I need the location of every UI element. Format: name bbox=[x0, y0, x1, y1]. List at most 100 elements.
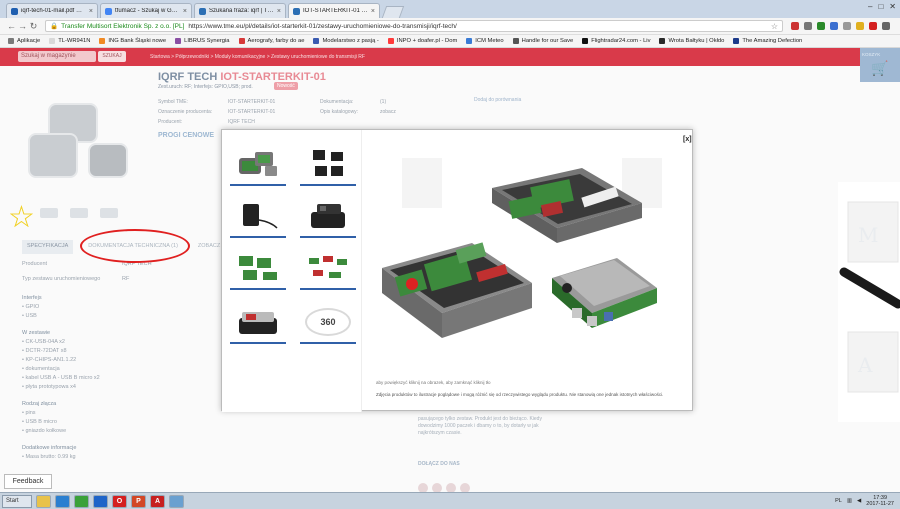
gallery-thumb-7[interactable] bbox=[230, 302, 286, 344]
back-icon[interactable]: ← bbox=[6, 21, 17, 31]
product-thumb[interactable] bbox=[70, 208, 88, 218]
volume-icon[interactable]: ◀ bbox=[857, 498, 861, 504]
bookmark-item[interactable]: INPO + doafer.pl - Dom bbox=[387, 38, 457, 44]
list-item: • dokumentacja bbox=[22, 366, 60, 372]
opera-icon[interactable]: O bbox=[112, 494, 127, 508]
bookmark-favicon-icon bbox=[8, 38, 14, 44]
os-taskbar: Start OPA PL ▥ ◀ 17:39 2017-11-27 bbox=[0, 492, 900, 509]
gallery-thumb-4[interactable] bbox=[300, 196, 356, 238]
browser-tab-1[interactable]: iqrf-tech-01-mail.pdf — Otv × bbox=[6, 3, 98, 18]
chrome-icon[interactable] bbox=[74, 494, 89, 508]
bookmark-item[interactable]: Modelarstwo z pasją - bbox=[313, 38, 379, 44]
bookmark-star-icon[interactable]: ☆ bbox=[771, 22, 778, 31]
gallery-thumb-2[interactable] bbox=[300, 144, 356, 186]
gallery-thumb-6[interactable] bbox=[300, 248, 356, 290]
app-icon[interactable] bbox=[169, 494, 184, 508]
youtube-icon[interactable] bbox=[446, 483, 456, 492]
language-indicator[interactable]: PL bbox=[835, 498, 842, 504]
maximize-icon[interactable]: □ bbox=[878, 2, 883, 11]
forward-icon[interactable]: → bbox=[17, 21, 28, 31]
extension-icon[interactable] bbox=[817, 22, 825, 30]
folder-icon[interactable] bbox=[36, 494, 51, 508]
gallery-main-image[interactable] bbox=[382, 148, 682, 358]
close-tab-icon[interactable]: × bbox=[183, 8, 187, 15]
extension-icon[interactable] bbox=[869, 22, 877, 30]
star-annotation-icon: ☆ bbox=[8, 201, 35, 234]
menu-icon[interactable] bbox=[882, 22, 890, 30]
tme-favicon-icon bbox=[199, 7, 206, 15]
extension-icon[interactable] bbox=[791, 22, 799, 30]
facebook-icon[interactable] bbox=[418, 483, 428, 492]
list-item: • kabel USB A - USB B micro x2 bbox=[22, 375, 100, 381]
list-item: • gniazdo kołkowe bbox=[22, 428, 67, 434]
browser-tab-4-active[interactable]: IOT-STARTERKIT-01 IQRF× bbox=[288, 3, 380, 18]
compare-link[interactable]: Dodaj do porównania bbox=[474, 97, 521, 103]
extension-icon[interactable] bbox=[843, 22, 851, 30]
extension-icon[interactable] bbox=[830, 22, 838, 30]
twitter-icon[interactable] bbox=[432, 483, 442, 492]
image-gallery-modal: 360 [x] aby powiększyć kliknij na obraze… bbox=[221, 129, 693, 412]
site-search-input[interactable]: Szukaj w magazynie bbox=[18, 51, 96, 62]
product-thumb[interactable] bbox=[40, 208, 58, 218]
extension-icon[interactable] bbox=[804, 22, 812, 30]
bookmark-item[interactable]: Flightradar24.com - Liv bbox=[582, 38, 650, 44]
reload-icon[interactable]: ↻ bbox=[28, 21, 39, 32]
bookmark-favicon-icon bbox=[175, 38, 182, 44]
start-button[interactable]: Start bbox=[2, 494, 32, 508]
list-item: • DCTR-72DAT x8 bbox=[22, 348, 67, 354]
list-item: • pins bbox=[22, 410, 36, 416]
close-tab-icon[interactable]: × bbox=[89, 8, 93, 15]
extension-icon[interactable] bbox=[856, 22, 864, 30]
360-view-icon: 360 bbox=[305, 308, 351, 336]
ie-icon[interactable] bbox=[55, 494, 70, 508]
partial-antenna-image: M A bbox=[838, 182, 900, 422]
browser-tab-2[interactable]: tfumacz - Szukaj w Google × bbox=[100, 3, 192, 18]
bookmark-item[interactable]: ING Bank Śląski nowe bbox=[99, 38, 166, 44]
bookmark-item[interactable]: Handle for our Save bbox=[512, 38, 573, 44]
network-icon[interactable]: ▥ bbox=[847, 498, 852, 504]
close-button[interactable]: [x] bbox=[683, 136, 692, 143]
new-tab-button[interactable] bbox=[381, 6, 405, 18]
gallery-thumb-5[interactable] bbox=[230, 248, 286, 290]
site-search-button[interactable]: SZUKAJ bbox=[98, 51, 126, 62]
breadcrumb: Startowa > Półprzewodniki > Moduły komun… bbox=[150, 54, 365, 60]
bookmark-item[interactable]: Aplikacje bbox=[8, 38, 40, 44]
bookmark-favicon-icon bbox=[733, 38, 740, 44]
google-favicon-icon bbox=[105, 7, 112, 15]
bookmark-item[interactable]: LIBRUS Synergia bbox=[175, 38, 230, 44]
clock[interactable]: 17:39 2017-11-27 bbox=[866, 495, 894, 507]
product-main-image[interactable] bbox=[28, 103, 138, 198]
tab-specification[interactable]: SPECYFIKACJA bbox=[22, 240, 74, 254]
spec-row: Symbol TME: IOT-STARTERKIT-01 bbox=[158, 99, 276, 105]
product-thumb[interactable] bbox=[100, 208, 118, 218]
gallery-thumb-360[interactable]: 360 bbox=[300, 302, 356, 344]
spec-row: Typ zestawu uruchomieniowego RF bbox=[22, 276, 130, 282]
product-specs: Symbol TME: IOT-STARTERKIT-01 Oznaczenie … bbox=[158, 97, 275, 127]
close-tab-icon[interactable]: × bbox=[277, 8, 281, 15]
cart-label: KOSZYK bbox=[862, 52, 881, 57]
minimize-icon[interactable]: – bbox=[868, 2, 872, 11]
close-tab-icon[interactable]: × bbox=[371, 8, 375, 15]
steam-icon[interactable] bbox=[93, 494, 108, 508]
address-bar-row: ← → ↻ 🔒 Transfer Multisort Elektronik Sp… bbox=[0, 18, 900, 35]
bookmark-item[interactable]: Wrota Bałtyku | Okłdo bbox=[659, 38, 724, 44]
acrobat-icon[interactable]: A bbox=[150, 494, 165, 508]
bookmark-favicon-icon bbox=[659, 38, 666, 44]
gallery-thumb-1[interactable] bbox=[230, 144, 286, 186]
close-window-icon[interactable]: ✕ bbox=[889, 2, 896, 11]
gallery-thumb-3[interactable] bbox=[230, 196, 286, 238]
bookmark-item[interactable]: ICM Meteo bbox=[466, 38, 504, 44]
social-icons bbox=[418, 483, 470, 492]
bookmark-item[interactable]: The Amazing Defection bbox=[733, 38, 802, 44]
browser-tab-3[interactable]: Szukana fraza: iqrf | TME × bbox=[194, 3, 286, 18]
linkedin-icon[interactable] bbox=[460, 483, 470, 492]
powerpoint-icon[interactable]: P bbox=[131, 494, 146, 508]
url-input[interactable]: 🔒 Transfer Multisort Elektronik Sp. z o.… bbox=[45, 20, 783, 32]
interface-heading: Interfejs bbox=[22, 295, 42, 301]
extension-icons bbox=[791, 22, 890, 30]
bookmark-item[interactable]: TL-WR941N bbox=[49, 38, 90, 44]
bookmark-item[interactable]: Aerografy, farby do ae bbox=[238, 38, 304, 44]
list-item: • USB B micro bbox=[22, 419, 57, 425]
spec-row: Oznaczenie producenta: IOT-STARTERKIT-01 bbox=[158, 109, 276, 115]
feedback-button[interactable]: Feedback bbox=[4, 474, 52, 489]
